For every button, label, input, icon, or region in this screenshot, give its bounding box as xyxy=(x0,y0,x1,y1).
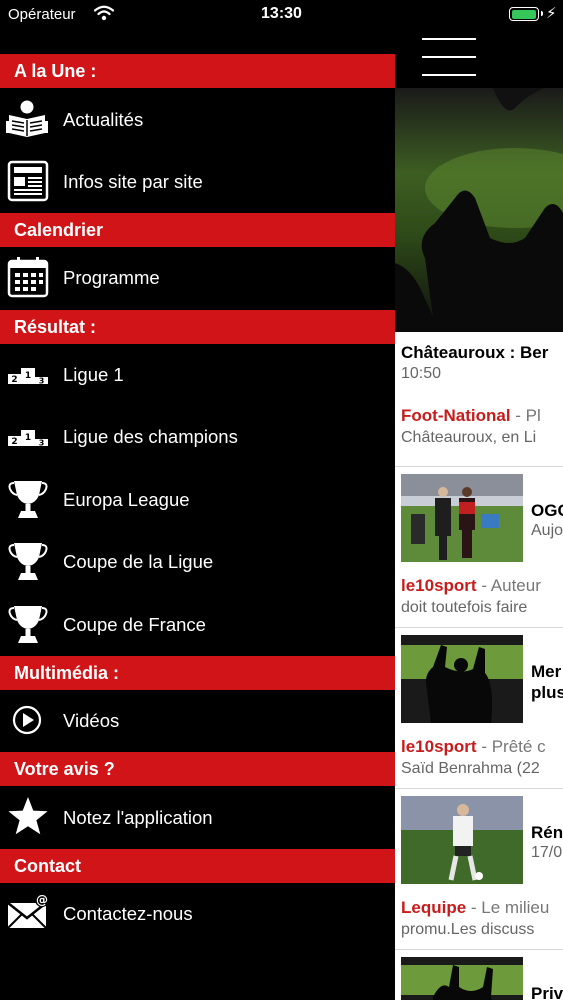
article-title: Priv xyxy=(531,984,563,1000)
news-feed[interactable]: Châteauroux : Ber 10:50 Foot-National - … xyxy=(395,30,563,1000)
article-source-line: le10sport - Auteur xyxy=(401,576,541,596)
article-time: 10:50 xyxy=(401,365,442,382)
article-excerpt: Châteauroux, en Li xyxy=(401,429,537,446)
article-source: le10sport xyxy=(401,737,477,756)
menu-item-europa-league[interactable]: Europa League xyxy=(0,470,395,530)
section-header-resultat: Résultat : xyxy=(0,310,395,344)
menu-item-label: Coupe de France xyxy=(63,614,206,635)
article-excerpt: - Auteur xyxy=(481,576,541,595)
article-title: OGC xyxy=(531,501,563,520)
play-icon xyxy=(6,698,50,742)
news-article[interactable]: OGC Aujo le10sport - Auteur doit toutefo… xyxy=(395,467,563,627)
podium-icon: 2 1 3 xyxy=(6,414,50,458)
trophy-icon xyxy=(6,602,50,646)
featured-image[interactable] xyxy=(395,88,563,332)
article-title: plus xyxy=(531,683,563,702)
trophy-icon xyxy=(6,539,50,583)
svg-text:@: @ xyxy=(36,893,48,907)
menu-item-actualites[interactable]: Actualités xyxy=(0,90,395,150)
article-source: le10sport xyxy=(401,576,477,595)
podium-icon: 2 1 3 xyxy=(6,352,50,396)
calendar-icon xyxy=(6,255,50,299)
svg-text:2: 2 xyxy=(11,437,17,447)
menu-item-label: Notez l'application xyxy=(63,807,213,828)
svg-text:2: 2 xyxy=(11,375,17,385)
menu-item-label: Ligue 1 xyxy=(63,364,124,385)
star-icon xyxy=(6,795,50,839)
section-header-contact: Contact xyxy=(0,849,395,883)
menu-item-label: Ligue des champions xyxy=(63,426,238,447)
article-thumbnail xyxy=(401,957,523,1000)
menu-item-videos[interactable]: Vidéos xyxy=(0,691,395,751)
menu-item-coupe-de-la-ligue[interactable]: Coupe de la Ligue xyxy=(0,532,395,592)
menu-item-label: Contactez-nous xyxy=(63,903,193,924)
news-article[interactable]: Châteauroux : Ber 10:50 Foot-National - … xyxy=(395,332,563,467)
article-source-line: le10sport - Prêté c xyxy=(401,737,546,757)
section-header-a-la-une: A la Une : xyxy=(0,54,395,88)
newspaper-icon xyxy=(6,159,50,203)
trophy-icon xyxy=(6,477,50,521)
mail-icon: @ xyxy=(6,891,50,935)
article-thumbnail xyxy=(401,796,523,884)
article-source-line: Foot-National - Pl xyxy=(401,406,541,426)
menu-item-coupe-de-france[interactable]: Coupe de France xyxy=(0,595,395,655)
menu-item-ligue-des-champions[interactable]: 2 1 3 Ligue des champions xyxy=(0,407,395,467)
newspaper-reader-icon xyxy=(6,97,50,141)
article-thumbnail xyxy=(401,635,523,723)
menu-item-label: Vidéos xyxy=(63,710,120,731)
svg-text:3: 3 xyxy=(39,439,45,448)
menu-item-ligue-1[interactable]: 2 1 3 Ligue 1 xyxy=(0,345,395,405)
news-article[interactable]: Rén 17/0 Lequipe - Le milieu promu.Les d… xyxy=(395,789,563,949)
article-excerpt: - Le milieu xyxy=(470,898,550,917)
menu-item-label: Europa League xyxy=(63,489,190,510)
article-title: Châteauroux : Ber xyxy=(401,343,549,362)
menu-item-label: Actualités xyxy=(63,109,144,130)
svg-text:3: 3 xyxy=(39,377,45,386)
clock: 13:30 xyxy=(261,5,302,22)
menu-item-label: Programme xyxy=(63,267,160,288)
svg-text:1: 1 xyxy=(25,433,31,443)
battery-icon xyxy=(509,7,543,21)
article-title: Mer xyxy=(531,662,562,681)
news-article[interactable]: Mer plus le10sport - Prêté c Saïd Benrah… xyxy=(395,628,563,788)
svg-text:1: 1 xyxy=(25,371,31,381)
article-excerpt: Saïd Benrahma (22 xyxy=(401,760,540,777)
article-subtitle: 17/0 xyxy=(531,844,563,861)
menu-item-programme[interactable]: Programme xyxy=(0,248,395,308)
article-source: Foot-National xyxy=(401,406,511,425)
menu-item-label: Coupe de la Ligue xyxy=(63,551,214,572)
news-article[interactable]: Priv xyxy=(395,950,563,1000)
article-excerpt: - Prêté c xyxy=(481,737,546,756)
section-header-calendrier: Calendrier xyxy=(0,213,395,247)
hamburger-menu-icon[interactable] xyxy=(422,38,476,80)
article-title: Rén xyxy=(531,823,563,842)
article-excerpt: promu.Les discuss xyxy=(401,921,535,938)
menu-item-infos-site[interactable]: Infos site par site xyxy=(0,152,395,212)
article-subtitle: Aujo xyxy=(531,522,563,539)
article-thumbnail xyxy=(401,474,523,562)
side-menu: A la Une : Actualités Infos site par sit… xyxy=(0,30,395,1000)
section-header-multimedia: Multimédia : xyxy=(0,656,395,690)
menu-item-contactez-nous[interactable]: @ Contactez-nous xyxy=(0,884,395,944)
menu-item-label: Infos site par site xyxy=(63,171,203,192)
article-excerpt: - Pl xyxy=(515,406,541,425)
menu-item-notez-application[interactable]: Notez l'application xyxy=(0,788,395,848)
article-source-line: Lequipe - Le milieu xyxy=(401,898,549,918)
article-source: Lequipe xyxy=(401,898,467,917)
charging-icon: ⚡ xyxy=(546,5,557,22)
section-header-votre-avis: Votre avis ? xyxy=(0,752,395,786)
status-bar: Opérateur 13:30 ⚡ xyxy=(0,0,563,30)
navigation-bar xyxy=(395,30,563,88)
article-excerpt: doit toutefois faire xyxy=(401,599,528,616)
